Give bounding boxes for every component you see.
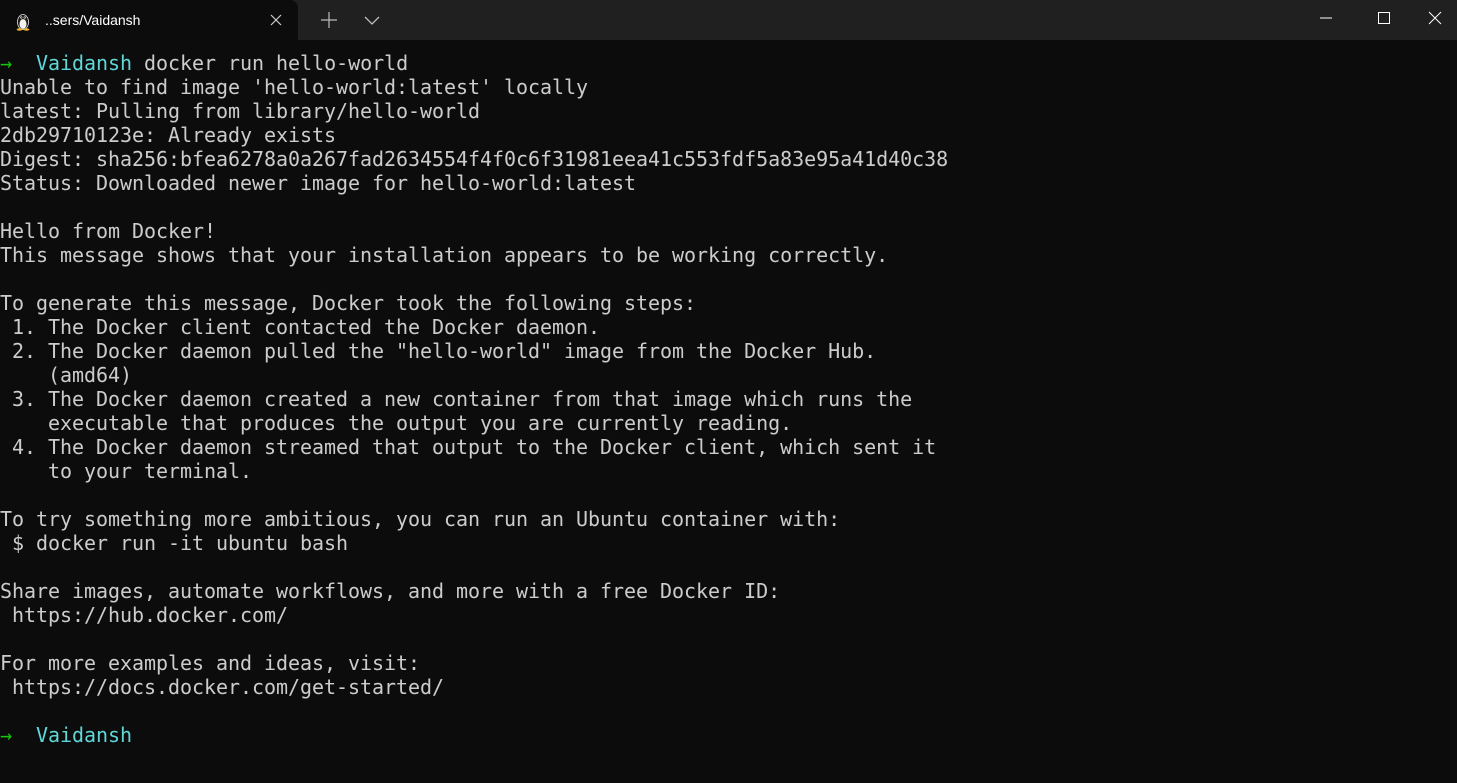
output-line: Status: Downloaded newer image for hello… [0, 171, 637, 195]
terminal-output[interactable]: → Vaidansh docker run hello-world Unable… [0, 51, 1457, 783]
prompt-cwd: Vaidansh [36, 51, 133, 75]
command-text: docker run hello-world [132, 51, 409, 75]
prompt-arrow: → [0, 51, 13, 75]
prompt-arrow: → [0, 723, 13, 747]
output-line: To generate this message, Docker took th… [0, 291, 697, 315]
output-line: to your terminal. [0, 459, 253, 483]
prompt-line: → Vaidansh [0, 723, 1457, 747]
minimize-icon [1320, 17, 1332, 19]
output-line: latest: Pulling from library/hello-world [0, 99, 481, 123]
output-line: https://docs.docker.com/get-started/ [0, 675, 445, 699]
prompt-cwd: Vaidansh [36, 723, 133, 747]
minimize-button[interactable] [1302, 0, 1348, 36]
tab-title: ..sers/Vaidansh [45, 12, 141, 28]
output-line: 1. The Docker client contacted the Docke… [0, 315, 601, 339]
output-line: To try something more ambitious, you can… [0, 507, 841, 531]
close-window-button[interactable] [1411, 0, 1457, 36]
output-line: This message shows that your installatio… [0, 243, 889, 267]
output-line: 3. The Docker daemon created a new conta… [0, 387, 913, 411]
new-tab-plus-icon[interactable] [317, 8, 341, 32]
linux-penguin-icon [16, 14, 30, 31]
tab-active[interactable]: ..sers/Vaidansh [0, 0, 298, 40]
output-line: 2db29710123e: Already exists [0, 123, 337, 147]
output-line: 2. The Docker daemon pulled the "hello-w… [0, 339, 877, 363]
maximize-icon [1378, 12, 1390, 24]
output-line: Unable to find image 'hello-world:latest… [0, 75, 589, 99]
output-line: Hello from Docker! [0, 219, 217, 243]
output-line: https://hub.docker.com/ [0, 603, 289, 627]
tab-close-icon[interactable] [266, 10, 286, 30]
title-bar: ..sers/Vaidansh [0, 0, 1457, 40]
output-line: $ docker run -it ubuntu bash [0, 531, 349, 555]
output-line: Share images, automate workflows, and mo… [0, 579, 781, 603]
output-line: 4. The Docker daemon streamed that outpu… [0, 435, 937, 459]
prompt-line: → Vaidansh docker run hello-world [0, 51, 1457, 75]
output-line: executable that produces the output you … [0, 411, 793, 435]
output-line: Digest: sha256:bfea6278a0a267fad2634554f… [0, 147, 949, 171]
output-line: (amd64) [0, 363, 133, 387]
output-line: For more examples and ideas, visit: [0, 651, 421, 675]
close-icon [1428, 11, 1442, 25]
chevron-down-icon[interactable] [360, 8, 384, 32]
maximize-button[interactable] [1360, 0, 1406, 36]
